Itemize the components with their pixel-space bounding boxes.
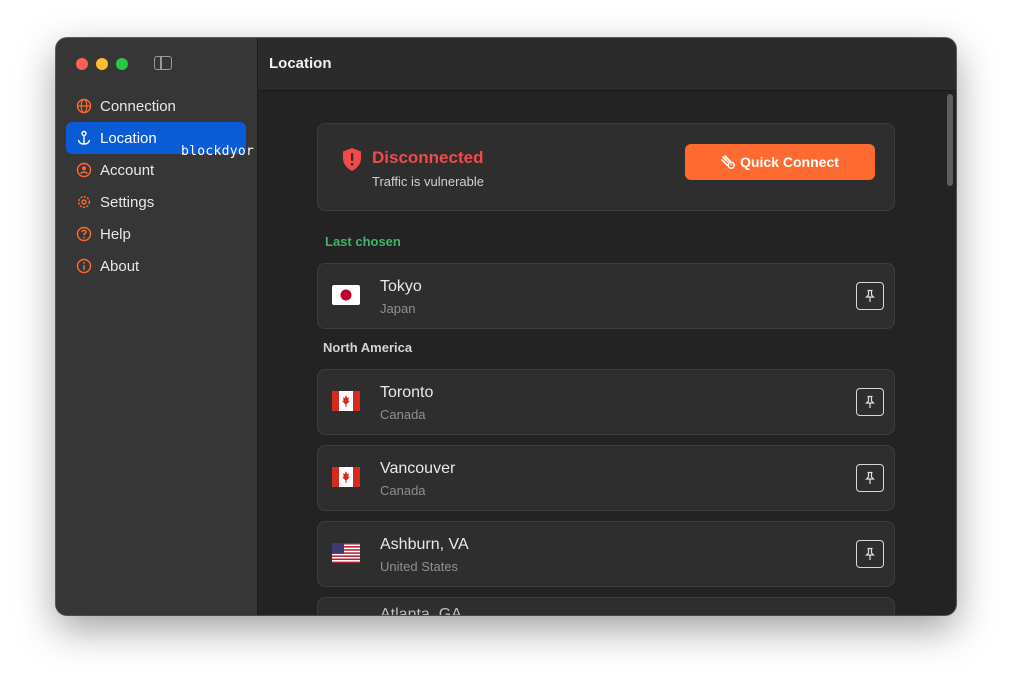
location-row[interactable]: Vancouver Canada — [317, 445, 895, 511]
globe-icon — [76, 98, 92, 114]
location-row[interactable]: Toronto Canada — [317, 369, 895, 435]
canada-flag-icon — [332, 391, 360, 411]
main-content[interactable]: Disconnected Traffic is vulnerable Quick… — [258, 91, 956, 615]
canada-flag-icon — [332, 467, 360, 487]
sidebar-item-label: Help — [100, 225, 131, 243]
section-north-america: North America — [323, 340, 413, 355]
sidebar-item-help[interactable]: Help — [66, 218, 246, 250]
connection-status-card: Disconnected Traffic is vulnerable Quick… — [317, 123, 895, 211]
pin-icon — [865, 471, 875, 484]
lightning-icon — [721, 155, 735, 169]
location-country: United States — [380, 559, 459, 574]
anchor-icon — [76, 130, 92, 146]
quick-connect-label: Quick Connect — [740, 154, 839, 170]
pin-icon — [865, 395, 875, 408]
sidebar-item-label: Connection — [100, 97, 176, 115]
location-city: Tokyo — [380, 278, 422, 295]
sidebar-item-label: Settings — [100, 193, 155, 211]
minimize-window-button[interactable] — [96, 58, 108, 70]
page-title: Location — [269, 55, 332, 72]
sidebar-item-label: Location — [100, 129, 157, 147]
us-flag-icon — [332, 543, 360, 563]
scrollbar[interactable] — [942, 91, 956, 615]
pin-button[interactable] — [856, 282, 884, 310]
location-city: Atlanta, GA — [380, 606, 462, 615]
sidebar-item-connection[interactable]: Connection — [66, 90, 246, 122]
sidebar-item-label: Account — [100, 161, 155, 179]
pin-button[interactable] — [856, 540, 884, 568]
sidebar-item-about[interactable]: About — [66, 250, 246, 282]
location-row[interactable]: Ashburn, VA United States — [317, 521, 895, 587]
quick-connect-button[interactable]: Quick Connect — [685, 144, 875, 180]
section-last-chosen: Last chosen — [325, 234, 401, 249]
status-subtitle: Traffic is vulnerable — [372, 174, 484, 189]
scrollbar-thumb[interactable] — [947, 94, 953, 186]
toolbar: Location — [258, 38, 956, 91]
shield-alert-icon — [341, 147, 363, 172]
location-row[interactable]: Atlanta, GA — [317, 597, 895, 615]
location-city: Ashburn, VA — [380, 536, 469, 553]
location-city: Vancouver — [380, 460, 456, 477]
japan-flag-icon — [332, 285, 360, 305]
gear-icon — [76, 194, 92, 210]
close-window-button[interactable] — [76, 58, 88, 70]
watermark-text: blockdyor — [181, 144, 255, 159]
user-icon — [76, 162, 92, 178]
pin-icon — [865, 289, 875, 302]
status-title: Disconnected — [372, 148, 484, 167]
pin-button[interactable] — [856, 388, 884, 416]
info-icon — [76, 258, 92, 274]
question-icon — [76, 226, 92, 242]
location-row[interactable]: Tokyo Japan — [317, 263, 895, 329]
sidebar: Connection Location Account Settings Hel — [56, 38, 258, 615]
app-window: Connection Location Account Settings Hel — [56, 38, 956, 615]
sidebar-toggle-icon[interactable] — [154, 56, 172, 70]
pin-button[interactable] — [856, 464, 884, 492]
location-country: Japan — [380, 301, 416, 316]
location-country: Canada — [380, 407, 426, 422]
sidebar-item-label: About — [100, 257, 140, 275]
sidebar-item-settings[interactable]: Settings — [66, 186, 246, 218]
location-country: Canada — [380, 483, 426, 498]
zoom-window-button[interactable] — [116, 58, 128, 70]
pin-icon — [865, 547, 875, 560]
location-city: Toronto — [380, 384, 434, 401]
